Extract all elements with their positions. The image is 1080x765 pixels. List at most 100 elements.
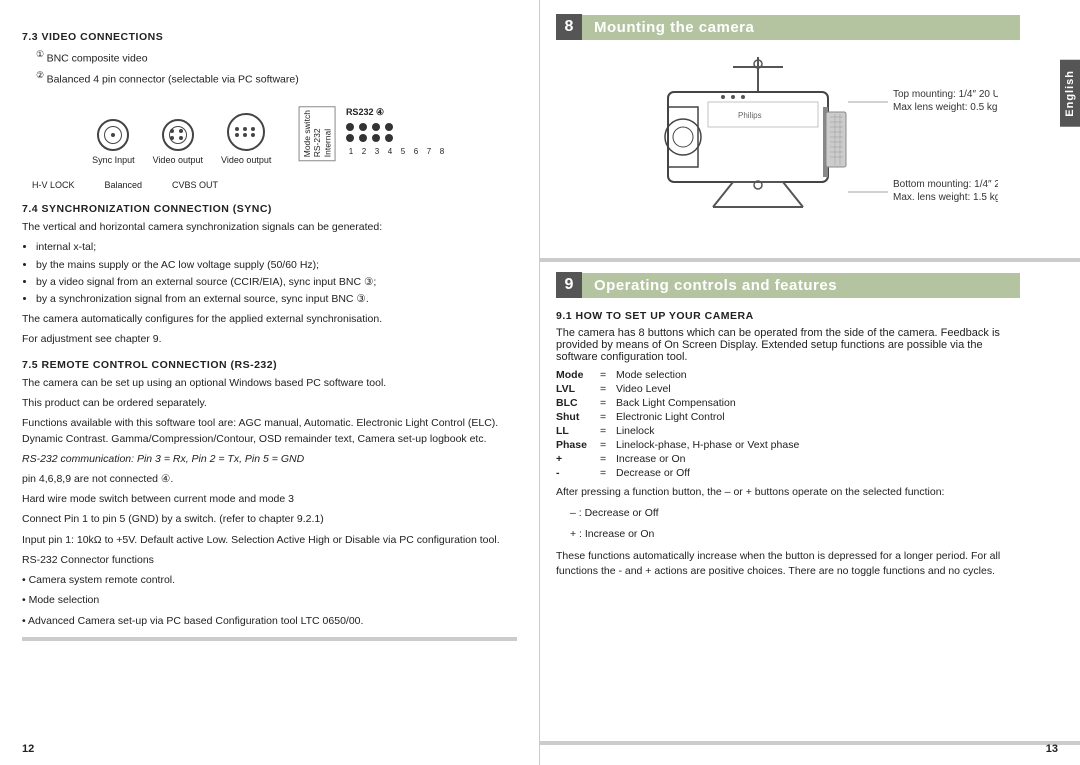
feature-val: Electronic Light Control [616, 411, 1020, 423]
final-note: These functions automatically increase w… [556, 549, 1020, 579]
svg-text:Max. lens weight: 1.5 kg: Max. lens weight: 1.5 kg [893, 192, 998, 203]
pin-dot [372, 134, 380, 142]
remote-para-13: • Camera system remote control. [22, 573, 517, 588]
remote-para-14: • Mode selection [22, 593, 517, 608]
remote-para-1: This product can be ordered separately. [22, 396, 517, 411]
connector-inner [169, 126, 187, 144]
pin-num: 3 [372, 146, 382, 158]
remote-para-3: Functions available with this software t… [22, 416, 517, 446]
rs232-label-text3: Mode switch [302, 110, 312, 157]
connector-label: Video output [221, 154, 271, 167]
feature-val: Decrease or Off [616, 467, 1020, 479]
svg-text:Bottom mounting: 1/4″ 20 UNC: Bottom mounting: 1/4″ 20 UNC [893, 179, 998, 190]
section8-number: 8 [556, 14, 582, 40]
list-item: by a video signal from an external sourc… [36, 275, 517, 290]
feature-eq: = [600, 453, 612, 465]
bottom-divider [540, 741, 1080, 745]
right-page: English 8 Mounting the camera [540, 0, 1080, 765]
pin-num: 2 [359, 146, 369, 158]
feature-row-mode: Mode = Mode selection [556, 369, 1020, 381]
rs232-side-label: Internal RS-232 Mode switch [299, 106, 336, 161]
connector-circle-large [227, 113, 265, 151]
cvbs-out-label: CVBS OUT [172, 179, 218, 192]
subsection-75-title: 7.5 Remote Control Connection (RS-232) [22, 358, 517, 373]
pin-dot [359, 134, 367, 142]
pin-dot [251, 133, 255, 137]
subsection-74-title: 7.4 Synchronization Connection (Sync) [22, 202, 517, 217]
pin-dot [372, 123, 380, 131]
english-tab: English [1060, 60, 1080, 127]
remote-para-0: The camera can be set up using an option… [22, 376, 517, 391]
pin-dot [385, 134, 393, 142]
list-item: by a synchronization signal from an exte… [36, 292, 517, 307]
feature-eq: = [600, 369, 612, 381]
rs232-pins [346, 123, 447, 142]
feature-row-minus: - = Decrease or Off [556, 467, 1020, 479]
pin-dot [170, 129, 174, 133]
rs232-block: Internal RS-232 Mode switch RS232 ④ [299, 106, 447, 161]
list-item: BNC composite video [36, 48, 517, 67]
connector-num: ② [174, 0, 182, 1]
pin-num: 6 [411, 146, 421, 158]
connector-num: ③ [109, 0, 117, 1]
remote-para-6: pin 4,6,8,9 are not connected ④. [22, 472, 517, 487]
sync-intro: The vertical and horizontal camera synch… [22, 220, 517, 235]
after-pressing-text: After pressing a function button, the – … [556, 485, 1020, 500]
section9-header: 9 Operating controls and features [556, 272, 1020, 298]
feature-key: BLC [556, 397, 596, 409]
feature-key: Mode [556, 369, 596, 381]
feature-row-blc: BLC = Back Light Compensation [556, 397, 1020, 409]
pin-dot [179, 136, 183, 140]
connector-num: ① [242, 0, 250, 1]
connector-label: Video output [153, 154, 203, 167]
list-item: internal x-tal; [36, 240, 517, 255]
feature-row-shut: Shut = Electronic Light Control [556, 411, 1020, 423]
rs232-connector-body: RS232 ④ 1 2 [346, 106, 447, 158]
sync-bullets: internal x-tal; by the mains supply or t… [36, 240, 517, 307]
remote-para-15: • Advanced Camera set-up via PC based Co… [22, 614, 517, 629]
feature-row-ll: LL = Linelock [556, 425, 1020, 437]
connector-circle [97, 119, 129, 151]
feature-row-phase: Phase = Linelock-phase, H-phase or Vext … [556, 439, 1020, 451]
section-divider [540, 258, 1080, 262]
connector-dot [111, 133, 115, 137]
feature-row-lvl: LVL = Video Level [556, 383, 1020, 395]
pin-dot [235, 133, 239, 137]
feature-key: Shut [556, 411, 596, 423]
pin-dot [170, 136, 174, 140]
section8-header: 8 Mounting the camera [556, 14, 1020, 40]
feature-val: Back Light Compensation [616, 397, 1020, 409]
camera-diagram: Philips [556, 52, 1020, 242]
pin-dot [385, 123, 393, 131]
rs232-label-text: Internal [323, 110, 333, 157]
hv-lock-label: H-V LOCK [32, 179, 75, 192]
connector-video1: ① Video ou [221, 113, 271, 167]
feature-key: + [556, 453, 596, 465]
section9-intro: The camera has 8 buttons which can be op… [556, 327, 1020, 363]
page-number-right: 13 [1046, 743, 1058, 755]
subsection-91-title: 9.1 How To Set Up Your Camera [556, 310, 1020, 322]
pin-dot [235, 127, 239, 131]
rs232-numbers: 1 2 3 4 5 6 7 8 [346, 146, 447, 158]
pin-dot [179, 129, 183, 133]
remote-para-10: Input pin 1: 10kΩ to +5V. Default active… [22, 533, 517, 548]
rs232-title: RS232 ④ [346, 106, 447, 119]
page-number-left: 12 [22, 743, 34, 755]
remote-para-8: Hard wire mode switch between current mo… [22, 492, 517, 507]
connector-inner [104, 126, 122, 144]
camera-svg: Philips [578, 52, 998, 242]
feature-key: Phase [556, 439, 596, 451]
feature-key: LVL [556, 383, 596, 395]
remote-para-9: Connect Pin 1 to pin 5 (GND) by a switch… [22, 512, 517, 527]
section9-number: 9 [556, 272, 582, 298]
feature-eq: = [600, 411, 612, 423]
feature-eq: = [600, 383, 612, 395]
section9-container: 9 Operating controls and features 9.1 Ho… [540, 272, 1080, 589]
connector-diagram: ③ Sync Input ② [22, 96, 517, 171]
feature-eq: = [600, 397, 612, 409]
svg-text:Max lens weight: 0.5 kg: Max lens weight: 0.5 kg [893, 102, 998, 113]
features-table: Mode = Mode selection LVL = Video Level … [556, 369, 1020, 479]
pin-dot [346, 134, 354, 142]
left-page: 7.3 Video Connections BNC composite vide… [0, 0, 540, 765]
feature-val: Video Level [616, 383, 1020, 395]
